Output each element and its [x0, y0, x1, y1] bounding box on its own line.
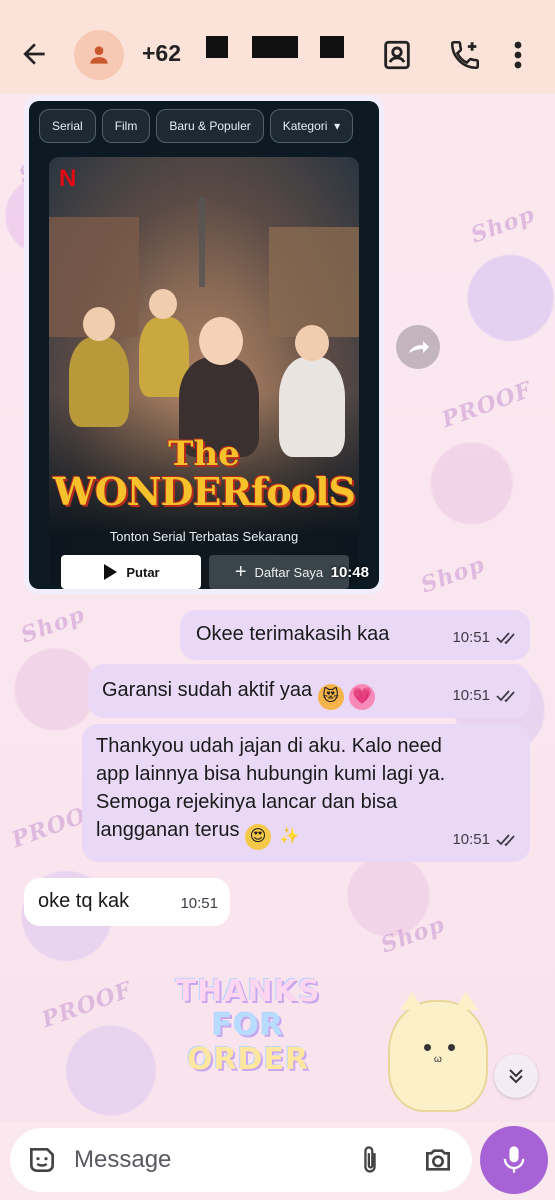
attach-icon[interactable] — [356, 1144, 384, 1176]
camera-icon[interactable] — [422, 1144, 454, 1176]
chip-film: Film — [101, 109, 151, 143]
heart-eyes-emoji: 😍 — [245, 824, 272, 850]
message-text: Thankyou udah jajan di aku. Kalo need ap… — [96, 735, 446, 841]
message-time: 10:51 — [452, 629, 490, 646]
my-list-label: Daftar Saya — [254, 564, 324, 580]
double-check-icon — [496, 632, 515, 645]
redaction-block — [252, 36, 298, 58]
image-message[interactable]: Serial Film Baru & Populer Kategori ▾ N … — [24, 96, 384, 594]
message-time: 10:51 — [180, 895, 218, 912]
sparkles-emoji: ✨ — [279, 828, 300, 845]
redaction-block — [206, 36, 228, 58]
incoming-message[interactable]: oke tq kak 10:51 — [24, 878, 230, 926]
netflix-logo: N — [59, 165, 77, 192]
mic-icon — [503, 1146, 525, 1173]
caret-down-icon: ▾ — [334, 119, 341, 133]
chip-serial: Serial — [39, 109, 96, 143]
cat-sticker[interactable]: ω — [388, 992, 488, 1112]
contacts-icon[interactable] — [380, 38, 414, 72]
contact-avatar[interactable] — [74, 30, 124, 80]
back-arrow-icon[interactable] — [18, 38, 50, 70]
message-text: oke tq kak — [38, 890, 130, 912]
sticker-line: ORDER — [186, 1042, 310, 1077]
person-icon — [90, 46, 108, 64]
more-vert-icon[interactable] — [508, 38, 528, 72]
forward-icon[interactable] — [396, 325, 440, 369]
chip-new-popular: Baru & Populer — [156, 109, 264, 143]
play-label: Putar — [126, 564, 160, 580]
message-text: Garansi sudah aktif yaa — [102, 679, 313, 701]
thanks-sticker[interactable]: THANKS FOR ORDER — [168, 975, 328, 1077]
poster-title: WONDERfoolS — [53, 469, 356, 514]
plus-icon: + — [234, 560, 247, 583]
message-time: 10:51 — [452, 831, 490, 848]
message-meta: 10:51 — [180, 890, 218, 918]
contact-name[interactable]: +62 — [142, 40, 181, 67]
outgoing-message[interactable]: Garansi sudah aktif yaa 😻 💗 10:51 — [88, 664, 530, 718]
message-meta: 10:51 — [452, 682, 518, 710]
message-time: 10:51 — [452, 687, 490, 704]
outgoing-message[interactable]: Thankyou udah jajan di aku. Kalo need ap… — [82, 724, 530, 862]
double-check-icon — [496, 834, 515, 847]
status-bar — [0, 0, 555, 14]
poster-tagline: Tonton Serial Terbatas Sekarang — [109, 529, 299, 544]
movie-poster: N The WONDERfoolS Tonton Serial Terbatas… — [49, 157, 359, 587]
screenshot-image: Serial Film Baru & Populer Kategori ▾ N … — [29, 101, 379, 589]
message-meta: 10:51 — [452, 624, 518, 652]
sticker-line: THANKS — [175, 974, 321, 1009]
cat-heart-eyes-emoji: 😻 — [317, 684, 344, 710]
sticker-icon[interactable] — [26, 1144, 58, 1176]
outgoing-message[interactable]: Okee terimakasih kaa 10:51 — [180, 610, 530, 660]
chip-category: Kategori ▾ — [269, 109, 354, 143]
chat-header: +62 — [0, 14, 555, 94]
add-call-icon[interactable] — [448, 38, 482, 72]
chip-category-label: Kategori — [282, 119, 328, 133]
play-button: Putar — [61, 555, 201, 589]
redaction-block — [320, 36, 344, 58]
heart-emoji: 💗 — [349, 684, 376, 710]
double-check-icon — [496, 690, 515, 703]
my-list-button: + Daftar Saya — [209, 555, 349, 589]
category-chips: Serial Film Baru & Populer Kategori ▾ — [39, 109, 354, 143]
message-input[interactable] — [74, 1144, 324, 1176]
message-time: 10:48 — [330, 564, 369, 581]
message-text: Okee terimakasih kaa — [196, 623, 390, 645]
scroll-down-icon[interactable] — [494, 1054, 538, 1098]
message-meta: 10:51 — [452, 826, 518, 854]
poster-title-the: The — [168, 434, 240, 474]
play-icon — [104, 564, 118, 580]
message-composer — [10, 1128, 472, 1192]
mic-button[interactable] — [480, 1126, 548, 1194]
person-figure — [69, 337, 129, 427]
sticker-line: FOR — [211, 1008, 285, 1043]
